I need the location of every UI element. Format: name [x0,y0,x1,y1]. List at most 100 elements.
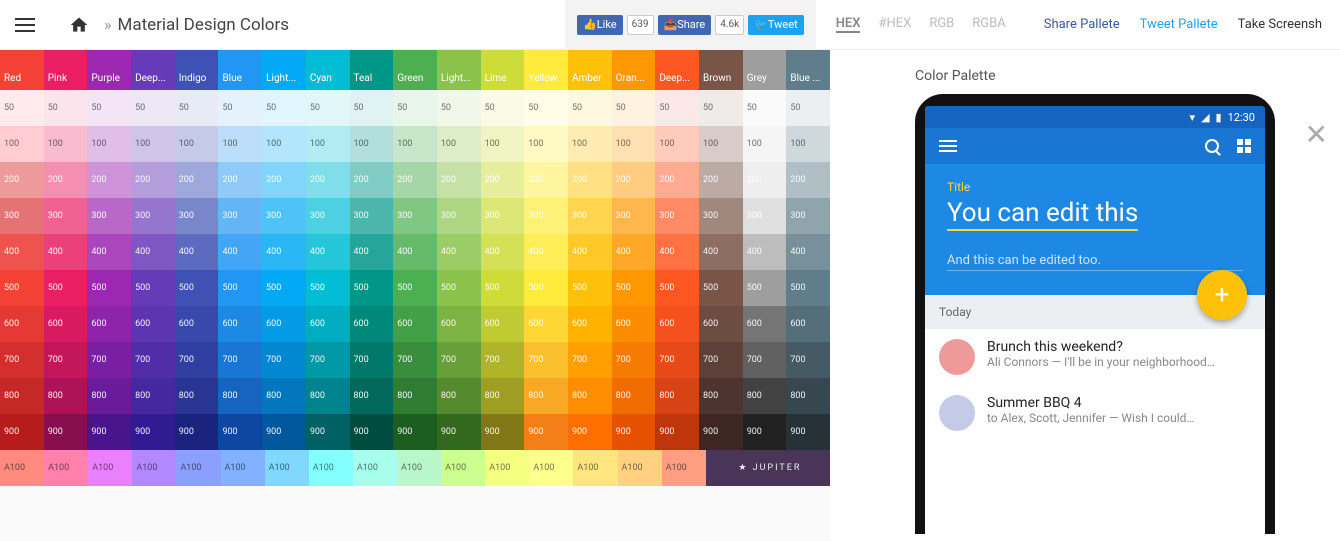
color-cell[interactable]: A100 [176,450,220,486]
color-cell[interactable]: 200 [306,162,350,198]
color-cell[interactable]: 700 [568,342,612,378]
color-cell[interactable]: 800 [655,378,699,414]
color-cell[interactable]: 200 [131,162,175,198]
color-col-11[interactable]: Lime [481,50,525,90]
color-cell[interactable]: A100 [44,450,88,486]
color-cell[interactable]: 300 [131,198,175,234]
color-cell[interactable]: 600 [218,306,262,342]
color-cell[interactable]: A100 [397,450,441,486]
color-cell[interactable]: 800 [437,378,481,414]
color-cell[interactable]: 600 [655,306,699,342]
color-cell[interactable]: 400 [44,234,88,270]
color-cell[interactable]: 400 [437,234,481,270]
color-cell[interactable]: 900 [612,414,656,450]
close-icon[interactable]: ✕ [1305,118,1328,151]
color-cell[interactable]: 300 [44,198,88,234]
color-col-3[interactable]: Deep... [131,50,175,90]
list-item[interactable]: Summer BBQ 4to Alex, Scott, Jennifer — W… [925,385,1265,441]
color-cell[interactable]: 400 [350,234,394,270]
color-cell[interactable]: 700 [44,342,88,378]
color-col-0[interactable]: Red [0,50,44,90]
color-cell[interactable]: 900 [437,414,481,450]
color-cell[interactable]: 200 [175,162,219,198]
color-cell[interactable]: 600 [87,306,131,342]
tweet-button[interactable]: 🐦 Tweet [748,15,804,35]
color-cell[interactable]: 300 [568,198,612,234]
color-cell[interactable]: 500 [175,270,219,306]
color-cell[interactable]: 600 [262,306,306,342]
color-cell[interactable]: 100 [655,126,699,162]
color-col-16[interactable]: Brown [699,50,743,90]
color-cell[interactable]: 300 [655,198,699,234]
color-cell[interactable]: 600 [131,306,175,342]
drawer-icon[interactable] [939,145,957,147]
color-cell[interactable]: A100 [132,450,176,486]
color-cell[interactable]: 50 [568,90,612,126]
color-cell[interactable]: 900 [568,414,612,450]
color-cell[interactable]: 600 [44,306,88,342]
color-col-10[interactable]: Light... [437,50,481,90]
color-cell[interactable]: 800 [568,378,612,414]
fb-share-button[interactable]: 📤 Share [658,15,712,35]
color-cell[interactable]: 300 [87,198,131,234]
color-cell[interactable]: 100 [481,126,525,162]
color-cell[interactable]: 500 [524,270,568,306]
color-cell[interactable]: 300 [306,198,350,234]
color-cell[interactable]: 300 [175,198,219,234]
color-cell[interactable]: 50 [87,90,131,126]
color-cell[interactable]: 800 [131,378,175,414]
color-cell[interactable]: 700 [0,342,44,378]
search-icon[interactable] [1205,139,1219,153]
color-col-14[interactable]: Oran... [612,50,656,90]
format-rgba[interactable]: RGBA [972,16,1005,33]
color-col-9[interactable]: Green [393,50,437,90]
color-cell[interactable]: 900 [0,414,44,450]
take-screenshot[interactable]: Take Screensh [1238,17,1322,32]
color-cell[interactable]: 300 [481,198,525,234]
color-cell[interactable]: 50 [306,90,350,126]
color-cell[interactable]: 500 [437,270,481,306]
color-cell[interactable]: 900 [262,414,306,450]
color-cell[interactable]: 700 [612,342,656,378]
color-cell[interactable]: 600 [612,306,656,342]
color-cell[interactable]: 400 [131,234,175,270]
color-cell[interactable]: 400 [568,234,612,270]
color-cell[interactable]: 300 [218,198,262,234]
color-cell[interactable]: 600 [393,306,437,342]
color-cell[interactable]: 100 [612,126,656,162]
home-icon[interactable] [68,15,90,35]
color-col-6[interactable]: Light... [262,50,306,90]
color-cell[interactable]: 600 [175,306,219,342]
color-cell[interactable]: 200 [262,162,306,198]
color-cell[interactable]: A100 [221,450,265,486]
color-cell[interactable]: 200 [87,162,131,198]
color-cell[interactable]: 50 [131,90,175,126]
color-cell[interactable]: 400 [743,234,787,270]
color-cell[interactable]: 300 [743,198,787,234]
grid-icon[interactable] [1237,139,1251,153]
color-cell[interactable]: 700 [743,342,787,378]
color-cell[interactable]: 300 [437,198,481,234]
color-cell[interactable]: 700 [306,342,350,378]
color-cell[interactable]: 800 [218,378,262,414]
color-cell[interactable]: 800 [350,378,394,414]
color-cell[interactable]: 900 [393,414,437,450]
color-cell[interactable]: 100 [786,126,830,162]
color-cell[interactable]: 500 [44,270,88,306]
color-cell[interactable]: 700 [175,342,219,378]
color-cell[interactable]: 600 [0,306,44,342]
color-cell[interactable]: 800 [44,378,88,414]
color-cell[interactable]: A100 [529,450,573,486]
color-cell[interactable]: 400 [655,234,699,270]
color-cell[interactable]: 600 [743,306,787,342]
color-cell[interactable]: A100 [88,450,132,486]
color-cell[interactable]: 500 [350,270,394,306]
color-cell[interactable]: 100 [87,126,131,162]
color-cell[interactable]: 500 [699,270,743,306]
color-cell[interactable]: 700 [262,342,306,378]
color-cell[interactable]: 800 [87,378,131,414]
color-cell[interactable]: 800 [0,378,44,414]
color-cell[interactable]: 900 [44,414,88,450]
color-cell[interactable]: 800 [306,378,350,414]
color-col-18[interactable]: Blue ... [786,50,830,90]
